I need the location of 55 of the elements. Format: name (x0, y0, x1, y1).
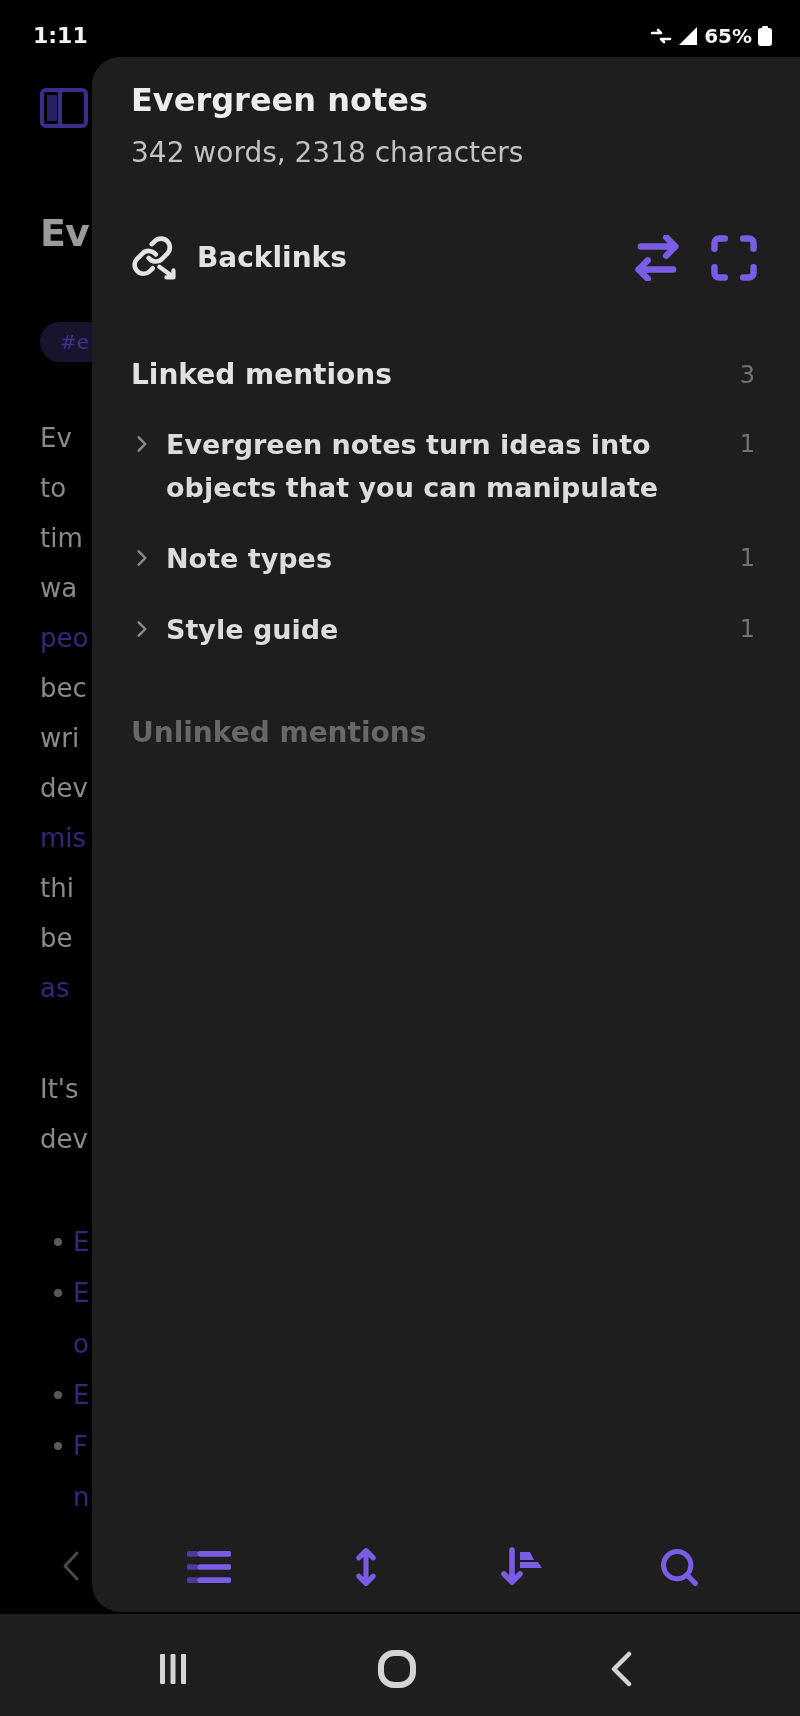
back-icon[interactable] (609, 1651, 633, 1687)
section-count: 3 (739, 360, 756, 391)
bullet-icon (54, 1391, 62, 1399)
note-link[interactable]: o (73, 1319, 89, 1370)
section-heading[interactable]: Unlinked mentions (131, 713, 427, 753)
battery-percentage: 65% (704, 23, 752, 49)
note-text-line: dev (40, 772, 88, 805)
note-text-line: It's (40, 1073, 79, 1106)
note-text-line: bec (40, 672, 87, 705)
word-count: 342 words, 2318 characters (131, 135, 524, 171)
swap-arrows-icon[interactable] (634, 235, 680, 281)
note-text-line: wa (40, 572, 78, 605)
note-link[interactable]: as (40, 963, 70, 1013)
bullet-icon (54, 1238, 62, 1246)
battery-icon (758, 26, 772, 46)
sort-icon[interactable] (500, 1547, 545, 1587)
note-link[interactable]: E (73, 1268, 90, 1319)
tag-pill[interactable]: #e (40, 322, 93, 362)
home-icon[interactable] (377, 1649, 417, 1689)
recents-icon[interactable] (158, 1652, 188, 1686)
note-link[interactable]: F (73, 1421, 88, 1472)
note-title: Ev (40, 210, 89, 257)
mention-title[interactable]: Style guide (166, 608, 339, 651)
link-icon (131, 235, 177, 281)
note-text-line: Ev (40, 422, 72, 455)
bullet-icon (54, 1442, 62, 1450)
note-link[interactable]: n (73, 1472, 90, 1523)
status-time: 1:11 (33, 22, 88, 50)
mention-count: 1 (739, 614, 756, 645)
panel-title: Evergreen notes (131, 80, 429, 120)
sidebar-toggle-icon[interactable] (40, 88, 88, 128)
note-text-line: wri (40, 722, 80, 755)
panel-heading: Backlinks (197, 240, 347, 276)
chevron-right-icon[interactable] (135, 548, 149, 568)
note-text-line: tim (40, 522, 83, 555)
note-text-line: be (40, 922, 73, 955)
note-text-line: dev (40, 1123, 88, 1156)
note-text-line: thi (40, 872, 74, 905)
mention-title[interactable]: Evergreen notes turn ideas into objects that you can manipulate (166, 423, 706, 509)
network-status-icon (650, 28, 673, 44)
chevron-left-icon[interactable] (62, 1550, 80, 1582)
expand-icon[interactable] (711, 235, 757, 281)
note-link[interactable]: E (73, 1217, 90, 1268)
section-heading[interactable]: Linked mentions (131, 355, 392, 395)
note-link[interactable]: mis (40, 813, 87, 863)
chevron-right-icon[interactable] (135, 434, 149, 454)
signal-icon (678, 26, 699, 46)
mention-count: 1 (739, 543, 756, 574)
bullet-icon (54, 1289, 62, 1297)
mention-title[interactable]: Note types (166, 537, 332, 580)
chevron-right-icon[interactable] (135, 619, 149, 639)
note-text-line: to (40, 472, 67, 505)
note-link[interactable]: E (73, 1370, 90, 1421)
mention-count: 1 (739, 429, 756, 460)
note-link[interactable]: peo (40, 613, 89, 663)
